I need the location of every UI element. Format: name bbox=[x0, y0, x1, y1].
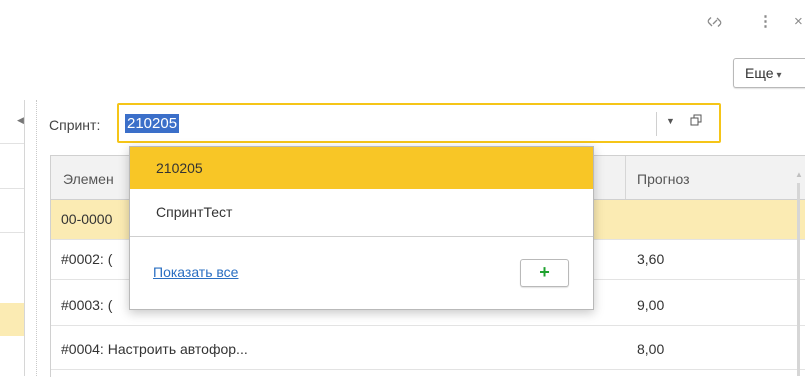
add-button[interactable]: + bbox=[520, 259, 569, 287]
column-header-element[interactable]: Элемен bbox=[63, 171, 114, 187]
row-divider bbox=[0, 143, 24, 144]
splitter[interactable] bbox=[36, 100, 37, 376]
dropdown-item[interactable]: СпринтТест bbox=[130, 191, 593, 233]
selected-row-highlight bbox=[0, 303, 24, 336]
cell-element: #0002: ( bbox=[61, 251, 113, 267]
cell-element: #0003: ( bbox=[61, 297, 113, 313]
cell-forecast: 9,00 bbox=[637, 297, 665, 313]
scroll-up-arrow-icon[interactable]: ▲ bbox=[795, 170, 803, 179]
vertical-dots-icon[interactable]: ⋮ bbox=[758, 14, 773, 30]
column-header-forecast[interactable]: Прогноз bbox=[637, 171, 690, 187]
dropdown-arrow-icon[interactable]: ▼ bbox=[666, 116, 675, 126]
cell-element: #0004: Настроить автофор... bbox=[61, 341, 248, 357]
sprint-input-value[interactable]: 210205 bbox=[125, 114, 180, 133]
dropdown-divider bbox=[130, 236, 593, 237]
field-separator bbox=[656, 112, 657, 136]
vertical-scrollbar[interactable] bbox=[797, 183, 800, 376]
sprint-input[interactable]: 210205 ▼ bbox=[117, 103, 721, 143]
left-panel: ◀ bbox=[0, 100, 25, 376]
column-divider[interactable] bbox=[625, 156, 626, 199]
table-row[interactable]: #0004: Настроить автофор... 8,00 bbox=[51, 330, 805, 370]
link-icon[interactable] bbox=[706, 14, 724, 34]
more-button[interactable]: Еще ▾ bbox=[733, 58, 805, 88]
sprint-dropdown: 210205 СпринтТест Показать все + bbox=[129, 146, 594, 310]
plus-icon: + bbox=[539, 262, 550, 282]
row-divider bbox=[0, 188, 24, 189]
cell-element: 00-0000 bbox=[61, 211, 113, 227]
link-icon-glyph bbox=[707, 17, 722, 27]
row-divider bbox=[0, 232, 24, 233]
open-form-icon[interactable] bbox=[690, 113, 702, 126]
close-icon[interactable]: × bbox=[794, 14, 803, 30]
more-button-label: Еще bbox=[745, 65, 774, 81]
cell-forecast: 8,00 bbox=[637, 341, 665, 357]
cell-forecast: 3,60 bbox=[637, 251, 665, 267]
collapse-arrow-icon[interactable]: ◀ bbox=[17, 115, 24, 126]
caret-down-icon: ▾ bbox=[776, 70, 782, 81]
show-all-link[interactable]: Показать все bbox=[153, 264, 238, 280]
panel-divider bbox=[24, 100, 25, 376]
dropdown-item[interactable]: 210205 bbox=[130, 147, 593, 189]
sprint-label: Спринт: bbox=[49, 117, 101, 133]
